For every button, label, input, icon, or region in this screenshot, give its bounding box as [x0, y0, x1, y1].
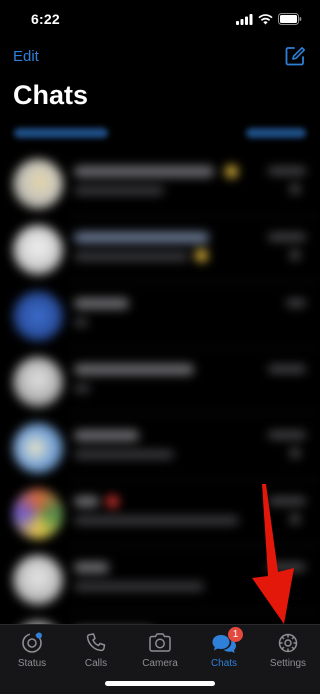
chat-row[interactable] — [0, 282, 320, 348]
status-time: 6:22 — [31, 11, 60, 27]
compose-icon[interactable] — [284, 45, 306, 67]
chat-filters — [0, 124, 320, 148]
avatar — [13, 225, 63, 275]
status-bar: 6:22 — [0, 0, 320, 40]
home-indicator — [105, 681, 215, 686]
avatar — [13, 159, 63, 209]
chat-preview — [74, 516, 239, 525]
tab-label: Calls — [84, 658, 108, 669]
tab-label: Chats — [210, 658, 238, 669]
page-title: Chats — [13, 80, 89, 110]
avatar — [13, 357, 63, 407]
tab-label: Status — [17, 658, 47, 669]
chat-preview — [74, 186, 164, 195]
battery-icon — [278, 13, 302, 25]
edit-button[interactable]: Edit — [13, 48, 39, 65]
chat-name — [74, 364, 194, 375]
chat-time — [268, 497, 306, 505]
gear-icon — [278, 633, 298, 653]
filter-link-right[interactable] — [246, 128, 306, 138]
chat-status-icon — [290, 184, 300, 194]
chat-status-icon — [290, 250, 300, 260]
wifi-icon — [258, 13, 273, 24]
chat-preview — [74, 582, 204, 591]
chat-row[interactable] — [0, 480, 320, 546]
chat-list — [0, 150, 320, 678]
chat-name — [74, 232, 209, 243]
emoji-icon — [106, 495, 119, 508]
chat-name — [74, 298, 129, 309]
chat-row[interactable] — [0, 546, 320, 612]
avatar — [13, 489, 63, 539]
camera-icon — [149, 633, 171, 652]
chat-time — [268, 365, 306, 373]
tab-bar: Status Calls Camera 1 Chats Settings — [0, 624, 320, 694]
tab-label: Settings — [269, 658, 307, 669]
chat-name — [74, 430, 139, 441]
chat-row[interactable] — [0, 216, 320, 282]
nav-bar: Edit — [0, 44, 320, 72]
tab-status[interactable]: Status — [0, 625, 64, 675]
chat-time — [268, 167, 306, 175]
chat-status-icon — [290, 448, 300, 458]
chat-status-icon — [290, 514, 300, 524]
tab-camera[interactable]: Camera — [128, 625, 192, 675]
chat-preview — [74, 252, 189, 261]
tab-calls[interactable]: Calls — [64, 625, 128, 675]
chat-preview — [74, 450, 174, 459]
tab-label: Camera — [142, 658, 178, 669]
tab-settings[interactable]: Settings — [256, 625, 320, 675]
avatar — [13, 291, 63, 341]
status-icons — [236, 13, 302, 25]
chat-name — [74, 562, 109, 573]
chat-name — [74, 166, 214, 177]
signal-icon — [236, 13, 253, 25]
phone-icon — [86, 633, 106, 652]
chat-time — [286, 299, 306, 307]
unread-badge: 1 — [228, 627, 243, 642]
status-icon — [22, 632, 42, 653]
chat-preview — [74, 384, 90, 393]
avatar — [13, 555, 63, 605]
emoji-icon — [195, 249, 208, 262]
chat-time — [268, 563, 306, 571]
tab-chats[interactable]: 1 Chats — [192, 625, 256, 675]
chat-row[interactable] — [0, 414, 320, 480]
filter-link-left[interactable] — [14, 128, 108, 138]
avatar — [13, 423, 63, 473]
emoji-icon — [225, 165, 238, 178]
chat-time — [268, 431, 306, 439]
chat-row[interactable] — [0, 348, 320, 414]
chat-row[interactable] — [0, 150, 320, 216]
chat-name — [74, 496, 99, 507]
chat-preview — [74, 318, 88, 327]
chat-time — [268, 233, 306, 241]
